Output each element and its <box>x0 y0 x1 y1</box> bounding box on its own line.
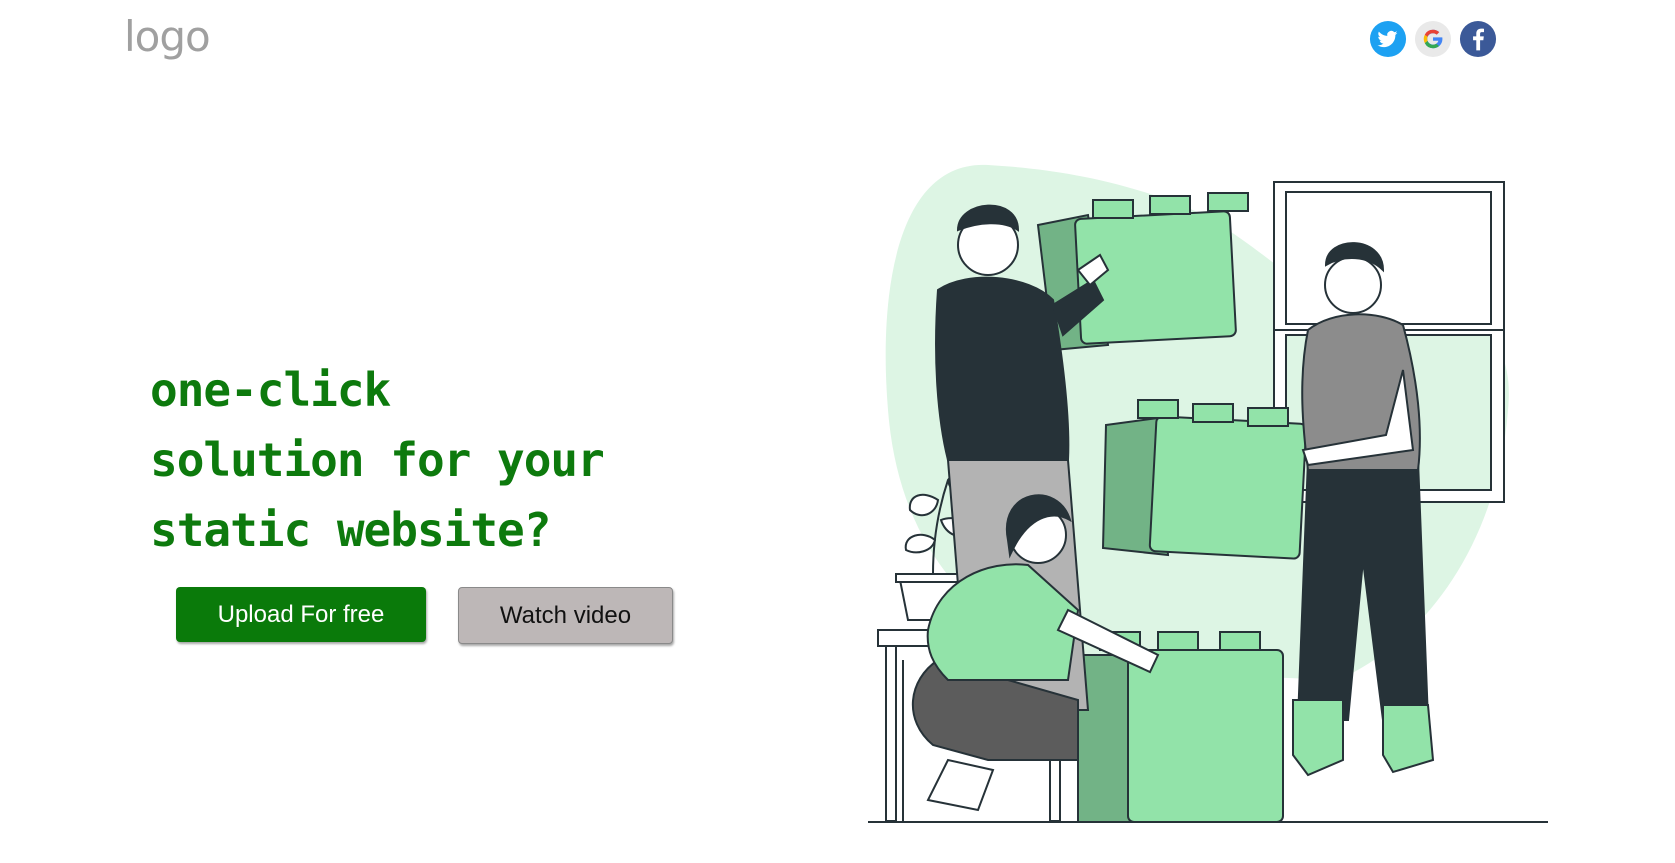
header: logo <box>0 0 1675 80</box>
headline-line: solution for your <box>150 433 605 487</box>
block-middle <box>1101 399 1308 560</box>
facebook-icon[interactable] <box>1459 20 1497 58</box>
watch-video-button[interactable]: Watch video <box>458 587 673 644</box>
social-links <box>1369 20 1497 58</box>
block-bottom <box>1077 631 1284 823</box>
google-icon[interactable] <box>1414 20 1452 58</box>
headline-line: static website? <box>150 503 551 557</box>
upload-for-free-button[interactable]: Upload For free <box>176 587 426 642</box>
headline-line: one-click <box>150 363 391 417</box>
twitter-icon[interactable] <box>1369 20 1407 58</box>
hero-headline: one-click solution for your static websi… <box>150 355 750 565</box>
hero-illustration <box>868 164 1548 823</box>
logo[interactable]: logo <box>124 12 211 62</box>
